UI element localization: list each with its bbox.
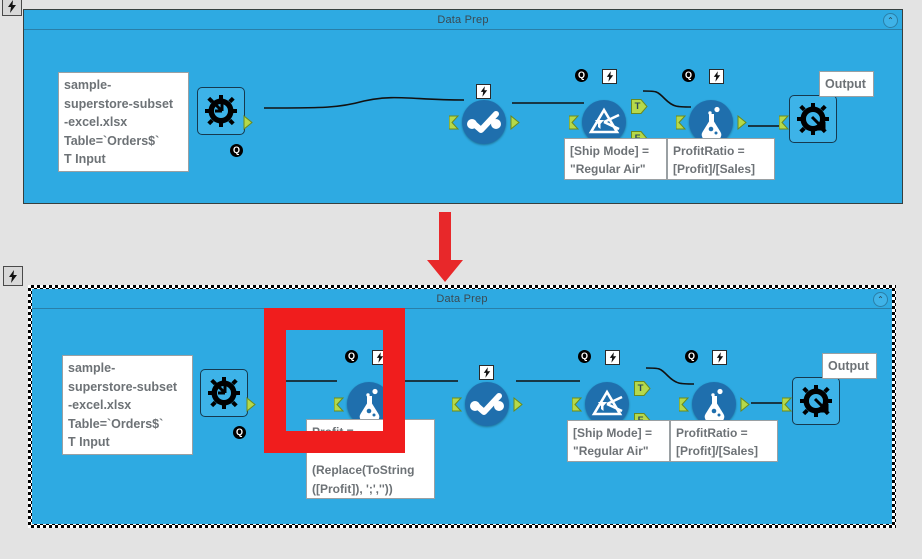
panel-titlebar-after: Data Prep ⌃ — [32, 289, 892, 309]
connection-new-formula-to-select — [398, 377, 458, 385]
panel-title-text: Data Prep — [436, 292, 488, 305]
formula-annotation-box: ProfitRatio = [Profit]/[Sales] — [670, 420, 778, 462]
formula-lightning-badge — [709, 69, 724, 84]
formula-q-badge: Q — [685, 350, 698, 363]
input-annotation-box: sample- superstore-subset -excel.xlsx Ta… — [58, 72, 189, 172]
select-input-port[interactable] — [449, 115, 461, 130]
filter-q-badge: Q — [578, 350, 591, 363]
lightning-icon[interactable] — [2, 0, 22, 16]
select-tool[interactable] — [465, 382, 509, 426]
filter-true-label: T — [637, 382, 644, 394]
select-input-port[interactable] — [452, 397, 464, 412]
input-q-badge: Q — [233, 426, 246, 439]
filter-annotation-box: [Ship Mode] = "Regular Air" — [564, 138, 667, 180]
chevron-up-icon[interactable]: ⌃ — [883, 13, 898, 28]
panel-canvas-before: sample- superstore-subset -excel.xlsx Ta… — [24, 30, 902, 203]
red-highlight-box — [264, 308, 405, 453]
screenshot-stage: Data Prep ⌃ sample- superstore-subset -e… — [0, 0, 922, 559]
connection-select-to-filter — [516, 377, 580, 385]
formula-input-port[interactable] — [676, 115, 688, 130]
input-data-tool[interactable] — [200, 369, 248, 417]
workflow-container-after[interactable]: Data Prep ⌃ sample- superstore-subset -e… — [28, 285, 896, 528]
formula-input-port[interactable] — [679, 397, 691, 412]
output-data-tool[interactable] — [792, 377, 840, 425]
formula-output-port[interactable] — [737, 115, 749, 130]
input-output-port[interactable] — [243, 115, 255, 130]
connection-formula-to-output — [751, 400, 785, 406]
filter-annotation-box: [Ship Mode] = "Regular Air" — [567, 420, 670, 462]
select-lightning-badge — [476, 84, 491, 99]
connection-select-to-filter — [512, 100, 584, 106]
panel-titlebar-before: Data Prep ⌃ — [24, 10, 902, 30]
workflow-container-before[interactable]: Data Prep ⌃ sample- superstore-subset -e… — [23, 9, 903, 204]
chevron-up-icon[interactable]: ⌃ — [873, 292, 888, 307]
formula-lightning-badge — [712, 350, 727, 365]
formula-annotation-box: ProfitRatio = [Profit]/[Sales] — [667, 138, 775, 180]
filter-true-output-port[interactable]: T — [631, 99, 648, 114]
connection-filter-true-to-formula — [646, 365, 694, 389]
formula-q-badge: Q — [682, 69, 695, 82]
filter-lightning-badge — [605, 350, 620, 365]
output-annotation-box: Output — [819, 71, 874, 97]
connection-input-to-select — [264, 96, 464, 112]
filter-input-port[interactable] — [572, 397, 584, 412]
panel-title-text: Data Prep — [437, 13, 489, 26]
filter-input-port[interactable] — [569, 115, 581, 130]
formula-output-port[interactable] — [740, 397, 752, 412]
filter-true-output-port[interactable]: T — [634, 381, 651, 396]
connection-filter-true-to-formula — [643, 88, 691, 112]
input-data-tool[interactable] — [197, 87, 245, 135]
filter-true-label: T — [634, 100, 641, 112]
lightning-icon[interactable] — [3, 266, 23, 286]
select-output-port[interactable] — [510, 115, 522, 130]
panel-canvas-after: sample- superstore-subset -excel.xlsx Ta… — [32, 309, 892, 524]
select-output-port[interactable] — [513, 397, 525, 412]
select-lightning-badge — [479, 365, 494, 380]
filter-q-badge: Q — [575, 69, 588, 82]
input-output-port[interactable] — [246, 397, 258, 412]
input-q-badge: Q — [230, 144, 243, 157]
input-annotation-box: sample- superstore-subset -excel.xlsx Ta… — [62, 355, 193, 455]
output-annotation-box: Output — [822, 353, 877, 379]
output-data-tool[interactable] — [789, 95, 837, 143]
red-down-arrow — [423, 212, 467, 289]
filter-lightning-badge — [602, 69, 617, 84]
select-tool[interactable] — [462, 100, 506, 144]
